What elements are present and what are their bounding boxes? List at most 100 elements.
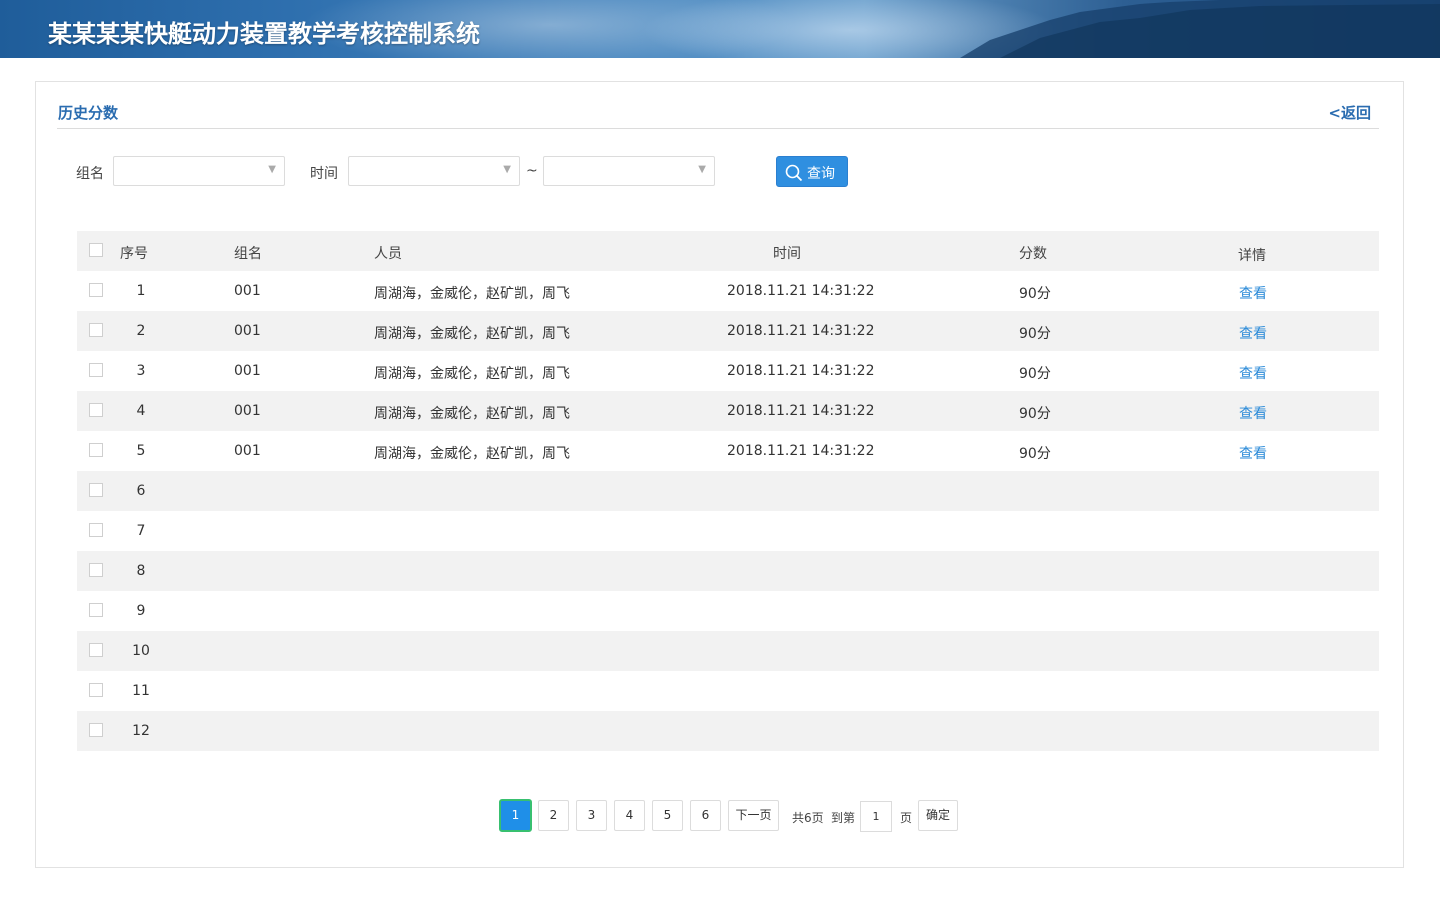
row-detail-link[interactable]: 查看 — [1239, 403, 1267, 423]
row-index: 4 — [136, 403, 146, 419]
goto-label: 到第 — [831, 811, 856, 825]
table-row: 5 001 周湖海，金威伦，赵矿凯，周飞 2018.11.21 14:31:22 90分… — [77, 431, 1379, 471]
row-index: 3 — [136, 363, 146, 379]
table-row: 4 001 周湖海，金威伦，赵矿凯，周飞 2018.11.21 14:31:22 90分… — [77, 391, 1379, 431]
confirm-goto-button[interactable]: 确定 — [918, 800, 958, 831]
row-checkbox[interactable] — [89, 363, 103, 377]
back-link[interactable]: <返回 — [1328, 102, 1371, 123]
row-checkbox[interactable] — [89, 643, 103, 657]
filter-bar: 组名 ▼ 时间 ▼ ~ ▼ 查询 — [36, 156, 1405, 188]
page-button-4[interactable]: 4 — [614, 800, 645, 831]
row-index: 6 — [136, 483, 146, 499]
query-button-label: 查询 — [807, 166, 835, 182]
row-group: 001 — [234, 443, 261, 459]
row-group: 001 — [234, 403, 261, 419]
row-people: 周湖海，金威伦，赵矿凯，周飞 — [374, 446, 570, 462]
select-all-checkbox[interactable] — [89, 243, 103, 257]
row-time: 2018.11.21 14:31:22 — [727, 363, 875, 379]
total-pages-text: 共6页 — [792, 811, 824, 825]
row-people: 周湖海，金威伦，赵矿凯，周飞 — [374, 366, 570, 382]
row-checkbox[interactable] — [89, 323, 103, 337]
row-time: 2018.11.21 14:31:22 — [727, 443, 875, 459]
score-table: 序号 组名 人员 时间 分数 详情 1 001 周湖海，金威伦，赵矿凯，周飞 2018… — [77, 231, 1379, 751]
row-index: 5 — [136, 443, 146, 459]
header-score: 分数 — [1019, 246, 1047, 262]
panel-header: 历史分数 <返回 — [57, 100, 1379, 129]
search-icon — [785, 164, 803, 182]
page-button-2[interactable]: 2 — [538, 800, 569, 831]
row-detail-link[interactable]: 查看 — [1239, 443, 1267, 463]
row-group: 001 — [234, 323, 261, 339]
app-title: 某某某某快艇动力装置教学考核控制系统 — [48, 20, 480, 48]
header-index: 序号 — [120, 246, 148, 262]
row-checkbox[interactable] — [89, 483, 103, 497]
table-row: 3 001 周湖海，金威伦，赵矿凯，周飞 2018.11.21 14:31:22 90分… — [77, 351, 1379, 391]
table-row: 12 — [77, 711, 1379, 751]
row-time: 2018.11.21 14:31:22 — [727, 283, 875, 299]
next-page-button[interactable]: 下一页 — [728, 800, 779, 831]
row-index: 12 — [132, 723, 150, 739]
row-index: 10 — [132, 643, 150, 659]
table-row: 6 — [77, 471, 1379, 511]
row-score: 90分 — [1019, 286, 1051, 302]
row-group: 001 — [234, 283, 261, 299]
app-header: 某某某某快艇动力装置教学考核控制系统 — [0, 0, 1440, 58]
table-row: 1 001 周湖海，金威伦，赵矿凯，周飞 2018.11.21 14:31:22 90分… — [77, 271, 1379, 311]
start-time-select[interactable]: ▼ — [348, 156, 520, 186]
row-score: 90分 — [1019, 406, 1051, 422]
row-people: 周湖海，金威伦，赵矿凯，周飞 — [374, 326, 570, 342]
page-button-1[interactable]: 1 — [499, 799, 532, 832]
row-detail-link[interactable]: 查看 — [1239, 363, 1267, 383]
header-time: 时间 — [773, 246, 801, 262]
row-score: 90分 — [1019, 366, 1051, 382]
row-checkbox[interactable] — [89, 403, 103, 417]
row-checkbox[interactable] — [89, 283, 103, 297]
pagination: 1 2 3 4 5 6 下一页 共6页 到第 1 页 确定 — [499, 799, 1000, 832]
row-checkbox[interactable] — [89, 683, 103, 697]
table-row: 10 — [77, 631, 1379, 671]
row-index: 9 — [136, 603, 146, 619]
group-filter-label: 组名 — [76, 166, 104, 182]
chevron-down-icon: ▼ — [698, 164, 706, 175]
row-detail-link[interactable]: 查看 — [1239, 283, 1267, 303]
row-checkbox[interactable] — [89, 603, 103, 617]
range-separator: ~ — [526, 163, 538, 179]
row-checkbox[interactable] — [89, 723, 103, 737]
table-body: 1 001 周湖海，金威伦，赵矿凯，周飞 2018.11.21 14:31:22 90分… — [77, 271, 1379, 751]
table-row: 8 — [77, 551, 1379, 591]
header-group: 组名 — [234, 246, 262, 262]
row-index: 7 — [136, 523, 146, 539]
page-suffix: 页 — [900, 811, 913, 825]
chevron-down-icon: ▼ — [503, 164, 511, 175]
row-index: 2 — [136, 323, 146, 339]
query-button[interactable]: 查询 — [776, 156, 848, 187]
row-people: 周湖海，金威伦，赵矿凯，周飞 — [374, 286, 570, 302]
time-filter-label: 时间 — [310, 166, 338, 182]
page-button-6[interactable]: 6 — [690, 800, 721, 831]
row-index: 11 — [132, 683, 150, 699]
row-checkbox[interactable] — [89, 523, 103, 537]
row-checkbox[interactable] — [89, 443, 103, 457]
row-people: 周湖海，金威伦，赵矿凯，周飞 — [374, 406, 570, 422]
row-score: 90分 — [1019, 446, 1051, 462]
table-row: 7 — [77, 511, 1379, 551]
history-score-panel: 历史分数 <返回 组名 ▼ 时间 ▼ ~ ▼ 查询 序号 组名 人员 时间 分数… — [35, 81, 1404, 868]
row-index: 8 — [136, 563, 146, 579]
row-group: 001 — [234, 363, 261, 379]
page-button-5[interactable]: 5 — [652, 800, 683, 831]
row-index: 1 — [136, 283, 146, 299]
table-row: 2 001 周湖海，金威伦，赵矿凯，周飞 2018.11.21 14:31:22 90分… — [77, 311, 1379, 351]
page-title: 历史分数 — [58, 104, 119, 122]
table-row: 9 — [77, 591, 1379, 631]
header-people: 人员 — [374, 246, 402, 262]
page-button-3[interactable]: 3 — [576, 800, 607, 831]
goto-page-input[interactable]: 1 — [860, 801, 892, 832]
group-select[interactable]: ▼ — [113, 156, 285, 186]
row-score: 90分 — [1019, 326, 1051, 342]
row-detail-link[interactable]: 查看 — [1239, 323, 1267, 343]
header-mountain-decoration — [960, 0, 1440, 58]
row-time: 2018.11.21 14:31:22 — [727, 323, 875, 339]
end-time-select[interactable]: ▼ — [543, 156, 715, 186]
table-row: 11 — [77, 671, 1379, 711]
row-checkbox[interactable] — [89, 563, 103, 577]
